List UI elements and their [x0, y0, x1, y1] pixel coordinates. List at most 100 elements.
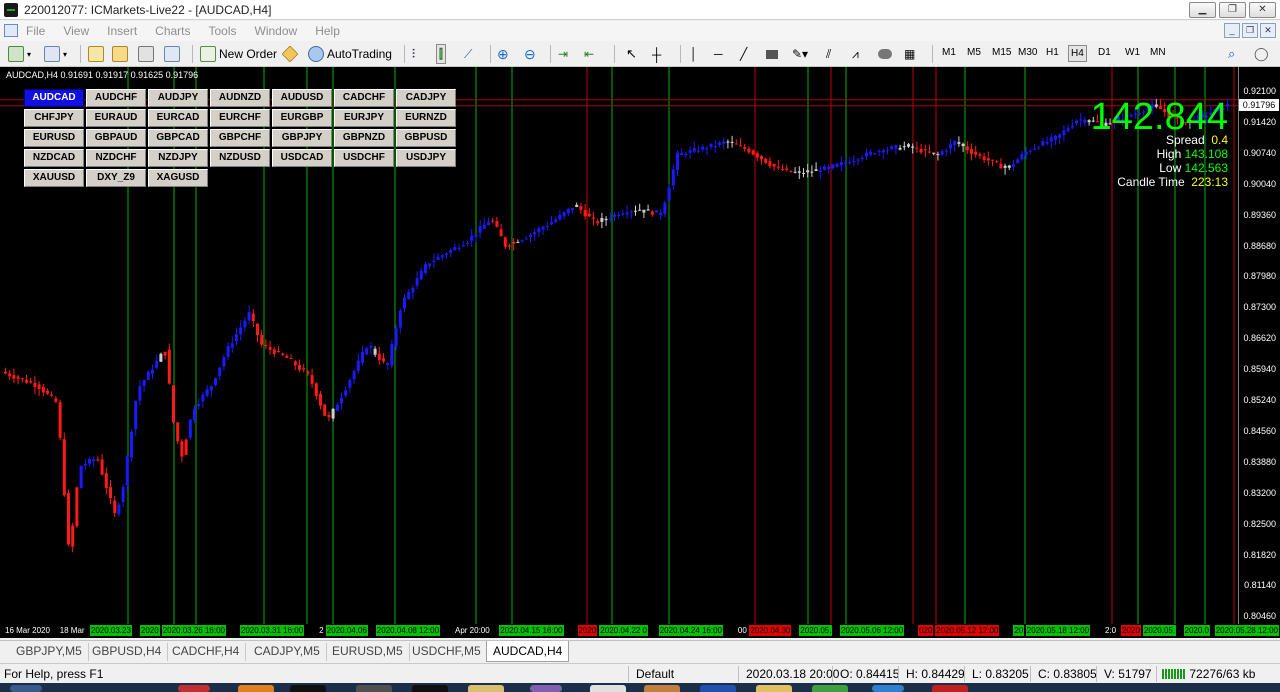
symbol-button-chfjpy[interactable]: CHFJPY [24, 109, 84, 127]
timeframe-m1[interactable]: M1 [942, 47, 956, 58]
symbol-button-cadjpy[interactable]: CADJPY [396, 89, 456, 107]
taskbar-app-8[interactable] [590, 685, 626, 692]
symbol-button-xauusd[interactable]: XAUUSD [24, 169, 84, 187]
chart-window-icon[interactable] [4, 24, 18, 37]
strategy-tester-button[interactable] [164, 44, 180, 64]
symbol-button-gbpcad[interactable]: GBPCAD [148, 129, 208, 147]
symbol-button-xagusd[interactable]: XAGUSD [148, 169, 208, 187]
symbol-button-audcad[interactable]: AUDCAD [24, 89, 84, 107]
symbol-button-eurgbp[interactable]: EURGBP [272, 109, 332, 127]
taskbar-app-10[interactable] [700, 685, 736, 692]
chat-button[interactable]: ◯ [1254, 44, 1269, 64]
symbol-button-eurjpy[interactable]: EURJPY [334, 109, 394, 127]
symbol-button-audjpy[interactable]: AUDJPY [148, 89, 208, 107]
time-axis[interactable]: 16 Mar 2020 18 Mar 2020.03.23 2020 2020.03.2… [0, 624, 1279, 638]
navigator-button[interactable] [112, 44, 128, 64]
timeframe-m15[interactable]: M15 [992, 47, 1011, 58]
symbol-button-euraud[interactable]: EURAUD [86, 109, 146, 127]
tab-eurusd-m5[interactable]: EURUSD,M5 [326, 643, 410, 661]
symbol-button-gbpusd[interactable]: GBPUSD [396, 129, 456, 147]
timeframe-h4[interactable]: H4 [1068, 45, 1087, 62]
price-axis[interactable]: 0.91796 0.92100 0.91420 0.90740 0.90040 0.89… [1238, 67, 1280, 638]
restore-button[interactable]: ❐ [1219, 2, 1246, 18]
mdi-minimize-button[interactable]: _ [1224, 23, 1240, 38]
zoom-in-button[interactable]: ⊕ [497, 44, 509, 64]
symbol-button-dxyz9[interactable]: DXY_Z9 [86, 169, 146, 187]
taskbar-app-14[interactable] [932, 685, 968, 692]
autotrading-button[interactable]: AutoTrading [308, 44, 392, 64]
symbol-button-usdjpy[interactable]: USDJPY [396, 149, 456, 167]
ellipse-button[interactable] [878, 44, 892, 64]
profiles-button[interactable]: ▾ [44, 44, 67, 64]
taskbar-app-1[interactable] [178, 685, 210, 692]
taskbar-app-13[interactable] [872, 685, 904, 692]
symbol-button-nzdcad[interactable]: NZDCAD [24, 149, 84, 167]
taskbar-app-11[interactable] [756, 685, 792, 692]
menu-window[interactable]: Window [255, 24, 298, 38]
line-chart-button[interactable]: ⟋ [464, 44, 472, 64]
symbol-button-audusd[interactable]: AUDUSD [272, 89, 332, 107]
trendline-button[interactable]: ╱ [740, 44, 747, 64]
symbol-button-eurcad[interactable]: EURCAD [148, 109, 208, 127]
periods-button[interactable]: ▦ [904, 44, 915, 64]
chart-window[interactable]: AUDCAD,H4 0.91691 0.91917 0.91625 0.9179… [0, 67, 1280, 638]
menu-view[interactable]: View [63, 24, 89, 38]
rectangle-button[interactable] [766, 44, 778, 64]
minimize-button[interactable]: ▁ [1189, 2, 1216, 18]
menu-help[interactable]: Help [315, 24, 340, 38]
close-button[interactable]: ✕ [1249, 2, 1276, 18]
timeframe-m30[interactable]: M30 [1018, 47, 1037, 58]
symbol-button-gbpchf[interactable]: GBPCHF [210, 129, 270, 147]
taskbar-app-4[interactable] [356, 685, 392, 692]
tab-cadjpy-m5[interactable]: CADJPY,M5 [248, 643, 327, 661]
market-watch-button[interactable] [88, 44, 104, 64]
mdi-close-button[interactable]: ✕ [1260, 23, 1276, 38]
taskbar-app-12[interactable] [812, 685, 848, 692]
channel-button[interactable]: ⫽ [826, 44, 831, 64]
menu-tools[interactable]: Tools [209, 24, 237, 38]
symbol-button-usdcad[interactable]: USDCAD [272, 149, 332, 167]
tab-gbpjpy-m5[interactable]: GBPJPY,M5 [10, 643, 89, 661]
taskbar-app-7[interactable] [530, 685, 562, 692]
zoom-out-button[interactable]: ⊖ [524, 44, 536, 64]
taskbar-app-9[interactable] [644, 685, 680, 692]
menu-insert[interactable]: Insert [107, 24, 137, 38]
tab-audcad-h4[interactable]: AUDCAD,H4 [486, 641, 570, 662]
timeframe-mn[interactable]: MN [1150, 47, 1166, 58]
timeframe-w1[interactable]: W1 [1125, 47, 1140, 58]
taskbar-app-3[interactable] [290, 685, 326, 692]
search-button[interactable]: ⌕ [1228, 44, 1235, 64]
vertical-line-button[interactable]: │ [690, 44, 698, 64]
crosshair-button[interactable]: ┼ [652, 44, 661, 64]
menu-file[interactable]: File [26, 24, 45, 38]
timeframe-h1[interactable]: H1 [1046, 47, 1059, 58]
tab-gbpusd-h4[interactable]: GBPUSD,H4 [86, 643, 169, 661]
symbol-button-cadchf[interactable]: CADCHF [334, 89, 394, 107]
tab-usdchf-m5[interactable]: USDCHF,M5 [406, 643, 488, 661]
symbol-button-audchf[interactable]: AUDCHF [86, 89, 146, 107]
cursor-button[interactable]: ↖ [626, 44, 637, 64]
metaeditor-button[interactable] [281, 44, 299, 64]
bar-chart-button[interactable]: ⫶ [412, 44, 415, 64]
symbol-button-eurchf[interactable]: EURCHF [210, 109, 270, 127]
candlestick-button[interactable]: ⫿ [436, 44, 446, 64]
tab-cadchf-h4[interactable]: CADCHF,H4 [166, 643, 247, 661]
symbol-button-eurnzd[interactable]: EURNZD [396, 109, 456, 127]
timeframe-d1[interactable]: D1 [1098, 47, 1111, 58]
symbol-button-nzdjpy[interactable]: NZDJPY [148, 149, 208, 167]
start-button[interactable] [10, 685, 42, 692]
symbol-button-gbpnzd[interactable]: GBPNZD [334, 129, 394, 147]
taskbar-app-6[interactable] [468, 685, 504, 692]
symbol-button-audnzd[interactable]: AUDNZD [210, 89, 270, 107]
horizontal-line-button[interactable]: ─ [714, 44, 723, 64]
chart-shift-button[interactable]: ⇤ [584, 44, 594, 64]
data-window-button[interactable] [138, 44, 154, 64]
symbol-button-usdchf[interactable]: USDCHF [334, 149, 394, 167]
symbol-button-eurusd[interactable]: EURUSD [24, 129, 84, 147]
mdi-restore-button[interactable]: ❐ [1242, 23, 1258, 38]
timeframe-m5[interactable]: M5 [967, 47, 981, 58]
symbol-button-gbpjpy[interactable]: GBPJPY [272, 129, 332, 147]
taskbar-app-5[interactable] [412, 685, 448, 692]
menu-charts[interactable]: Charts [155, 24, 190, 38]
symbol-button-nzdusd[interactable]: NZDUSD [210, 149, 270, 167]
